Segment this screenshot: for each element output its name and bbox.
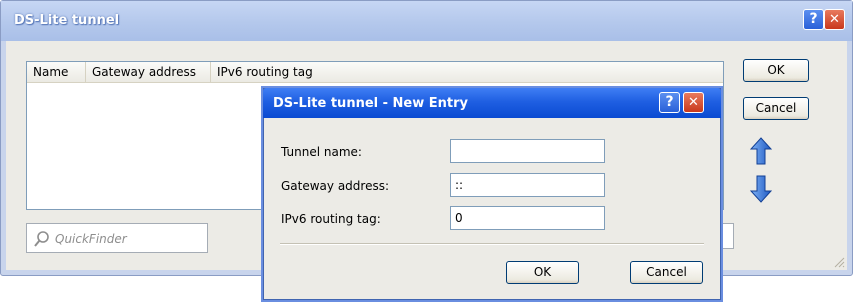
dialog-title: DS-Lite tunnel - New Entry — [273, 96, 469, 111]
dialog-ok-button[interactable]: OK — [506, 261, 579, 284]
tunnel-name-input[interactable] — [450, 139, 605, 163]
quickfinder-field[interactable]: QuickFinder — [26, 223, 208, 253]
outer-help-button[interactable]: ? — [803, 9, 824, 30]
column-header-ipv6-routing-tag[interactable]: IPv6 routing tag — [211, 62, 331, 82]
arrow-up-icon[interactable] — [750, 137, 772, 165]
quickfinder-placeholder: QuickFinder — [55, 232, 127, 246]
resize-grip-icon[interactable] — [833, 256, 845, 268]
arrow-down-icon[interactable] — [750, 175, 772, 203]
dialog-cancel-button[interactable]: Cancel — [630, 261, 703, 284]
table-header: Name Gateway address IPv6 routing tag — [27, 62, 723, 83]
outer-window-title: DS-Lite tunnel — [14, 13, 120, 28]
dialog-separator — [280, 243, 704, 245]
outer-cancel-button[interactable]: Cancel — [743, 97, 809, 120]
gateway-address-input[interactable] — [450, 173, 605, 197]
column-header-name[interactable]: Name — [27, 62, 86, 82]
partially-hidden-field — [722, 223, 734, 249]
ipv6-routing-tag-label: IPv6 routing tag: — [281, 212, 381, 226]
outer-close-button[interactable]: ✕ — [824, 9, 845, 30]
new-entry-dialog: DS-Lite tunnel - New Entry ? ✕ Tunnel na… — [263, 88, 721, 300]
gateway-address-label: Gateway address: — [281, 179, 390, 193]
dialog-title-bar[interactable]: DS-Lite tunnel - New Entry ? ✕ — [263, 88, 721, 118]
dialog-close-button[interactable]: ✕ — [683, 92, 704, 113]
dialog-help-button[interactable]: ? — [659, 92, 680, 113]
outer-ok-button[interactable]: OK — [743, 59, 809, 82]
outer-title-bar[interactable]: DS-Lite tunnel ? ✕ — [1, 1, 852, 41]
search-icon — [34, 231, 49, 247]
column-header-gateway-address[interactable]: Gateway address — [86, 62, 211, 82]
ipv6-routing-tag-input[interactable] — [450, 206, 605, 230]
tunnel-name-label: Tunnel name: — [281, 145, 362, 159]
